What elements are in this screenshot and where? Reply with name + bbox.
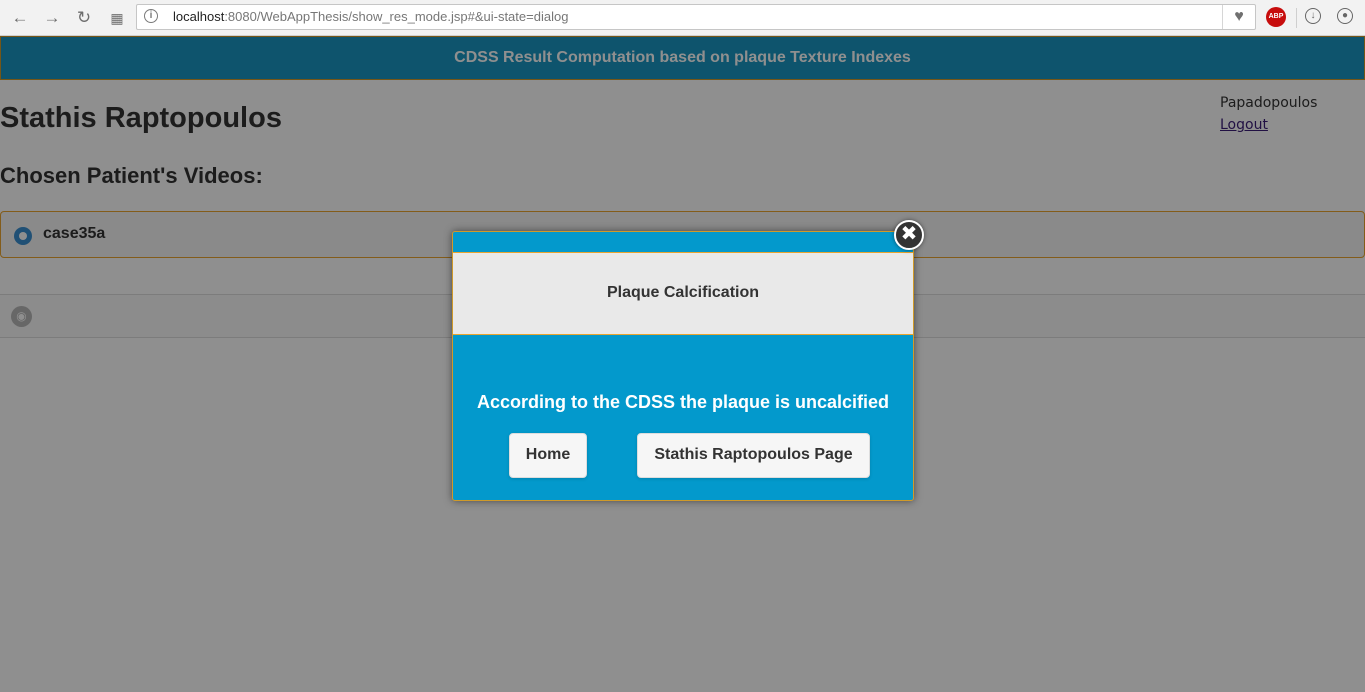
browser-toolbar: ← → ↻ ▦ i localhost:8080/WebAppThesis/sh…	[0, 0, 1365, 36]
back-arrow-icon[interactable]: ←	[9, 7, 31, 29]
dialog-title: Plaque Calcification	[453, 252, 913, 335]
result-dialog: Plaque Calcification According to the CD…	[452, 231, 914, 501]
profile-icon[interactable]: ●	[1337, 8, 1353, 24]
reload-icon[interactable]: ↻	[73, 7, 95, 29]
forward-arrow-icon[interactable]: →	[41, 7, 63, 29]
download-icon[interactable]: ↓	[1305, 8, 1321, 24]
home-button[interactable]: Home	[509, 433, 587, 478]
toolbar-divider	[1296, 8, 1297, 28]
patient-page-button[interactable]: Stathis Raptopoulos Page	[637, 433, 870, 478]
heart-icon[interactable]: ♥	[1222, 5, 1255, 29]
apps-grid-icon[interactable]: ▦	[106, 7, 128, 29]
url-text[interactable]: localhost:8080/WebAppThesis/show_res_mod…	[173, 9, 568, 24]
url-path: :8080/WebAppThesis/show_res_mode.jsp#&ui…	[224, 9, 569, 24]
address-bar[interactable]: i localhost:8080/WebAppThesis/show_res_m…	[136, 4, 1256, 30]
url-host: localhost	[173, 9, 225, 24]
page-info-icon[interactable]: i	[144, 9, 158, 23]
close-icon[interactable]: ✖	[894, 220, 924, 250]
dialog-message: According to the CDSS the plaque is unca…	[476, 392, 890, 412]
adblock-icon[interactable]: ABP	[1266, 7, 1286, 27]
